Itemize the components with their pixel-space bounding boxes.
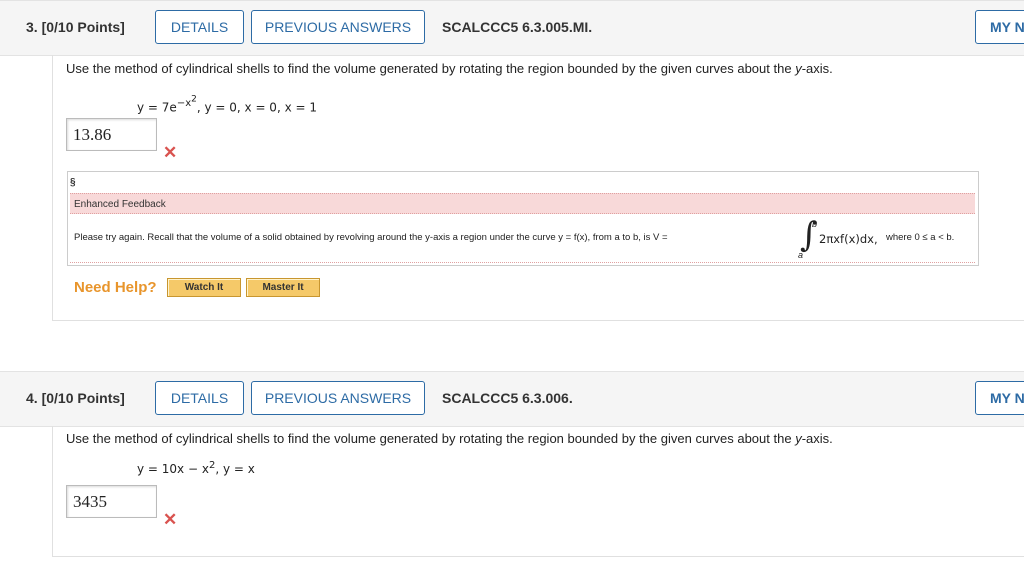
feedback-divider [70,262,975,263]
cross-mark-icon: ✕ [163,510,178,529]
question-3-header: 3. [0/10 Points] DETAILS PREVIOUS ANSWER… [0,0,1024,56]
feedback-section-icon: § [70,177,76,188]
q4-details-button[interactable]: DETAILS [155,381,244,415]
need-help-label: Need Help? [74,279,157,296]
q3-details-button[interactable]: DETAILS [155,10,244,44]
q3-prompt: Use the method of cylindrical shells to … [66,61,833,76]
q3-previous-answers-button[interactable]: PREVIOUS ANSWERS [251,10,425,44]
q3-my-notes-button[interactable]: MY NOTES [975,10,1024,44]
question-4-header: 4. [0/10 Points] DETAILS PREVIOUS ANSWER… [0,371,1024,427]
cross-mark-icon: ✕ [163,143,178,162]
feedback-panel [67,171,979,266]
q4-prompt: Use the method of cylindrical shells to … [66,431,833,446]
question-4-points: 4. [0/10 Points] [26,390,125,406]
q4-answer-input[interactable]: 3435 [66,485,157,518]
question-3-points: 3. [0/10 Points] [26,19,125,35]
q4-my-notes-button[interactable]: MY NOTES [975,381,1024,415]
watch-it-button[interactable]: Watch It [167,278,241,297]
q4-previous-answers-button[interactable]: PREVIOUS ANSWERS [251,381,425,415]
feedback-title: Enhanced Feedback [70,193,975,214]
q4-equation: y = 10x − x2, y = x [137,460,255,476]
master-it-button[interactable]: Master It [246,278,320,297]
integral-lower-limit: a [798,250,804,260]
q4-problem-code: SCALCCC5 6.3.006. [442,390,573,406]
q3-equation: y = 7e−x2, y = 0, x = 0, x = 1 [137,95,317,115]
integral-upper-limit: b [812,219,818,229]
q3-answer-input[interactable]: 13.86 [66,118,157,151]
integral-expression: 2πxf(x)dx, [819,232,878,246]
integral-condition: where 0 ≤ a < b. [886,232,955,243]
q3-problem-code: SCALCCC5 6.3.005.MI. [442,19,593,35]
feedback-text: Please try again. Recall that the volume… [74,232,668,243]
